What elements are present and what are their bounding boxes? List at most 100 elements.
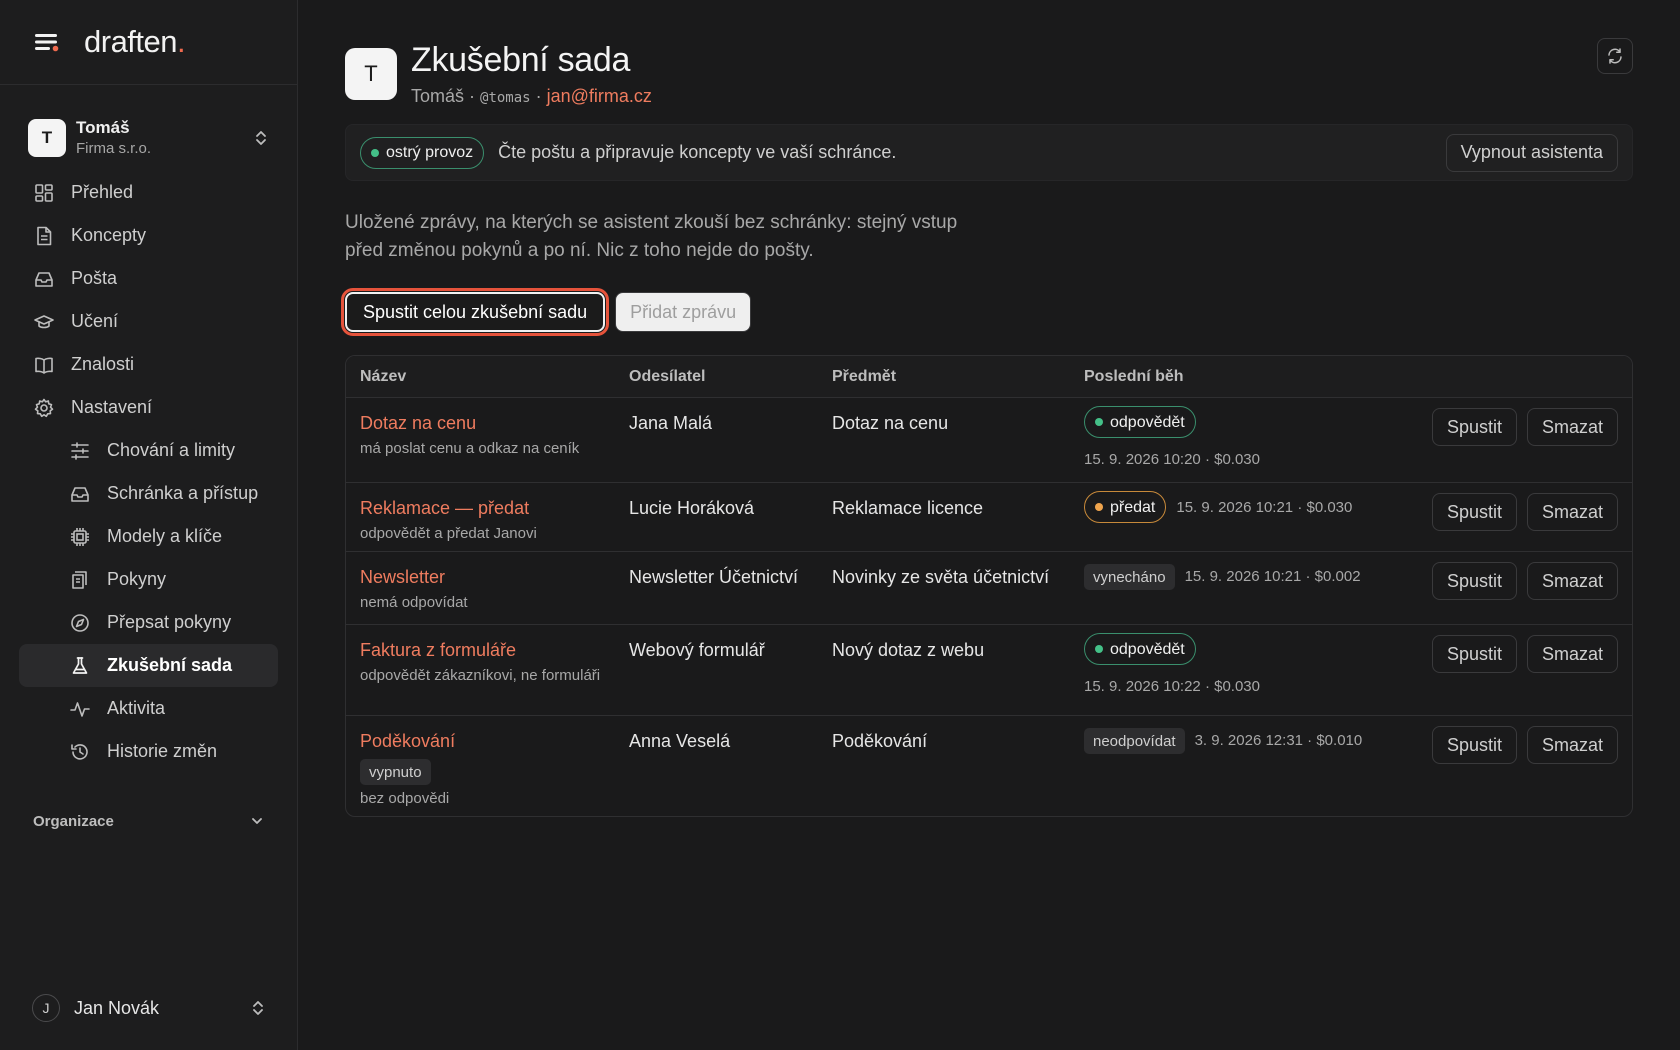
test-description: odpovědět zákazníkovi, ne formuláři (360, 667, 601, 684)
table-row: Reklamace — předat odpovědět a předat Ja… (346, 483, 1632, 552)
sidebar-item-label: Učení (71, 311, 119, 331)
last-run-meta: 15. 9. 2026 10:21 · $0.030 (1176, 498, 1353, 516)
sidebar-subitem-modely-a-klice[interactable]: Modely a klíče (19, 515, 278, 558)
sidebar-subitem-aktivita[interactable]: Aktivita (19, 687, 278, 730)
chevron-updown-icon (253, 128, 269, 148)
sidebar-item-label: Chování a limity (107, 440, 236, 460)
sidebar-item-label: Modely a klíče (107, 526, 223, 546)
result-badge: odpovědět (1084, 633, 1196, 665)
owner-handle: @tomas (480, 90, 531, 106)
test-name-link[interactable]: Dotaz na cenu (360, 410, 629, 437)
delete-button[interactable]: Smazat (1526, 562, 1618, 600)
toolbar: Spustit celou zkušební sadu Přidat zpráv… (340, 288, 752, 336)
test-description: odpovědět a předat Janovi (360, 525, 537, 542)
cell-subject: Poděkování (832, 731, 928, 751)
row-actions: Spustit Smazat (1431, 635, 1618, 673)
org-name: Tomáš (76, 118, 130, 137)
add-message-button[interactable]: Přidat zprávu (615, 292, 752, 332)
organization-section-label: Organizace (33, 812, 114, 830)
menu-icon[interactable] (32, 27, 62, 57)
gear-icon (33, 397, 55, 419)
table-row: Newsletter nemá odpovídat Newsletter Úče… (346, 552, 1632, 625)
sidebar-nav: Přehled Koncepty Pošta Učení Znalosti Na… (0, 171, 297, 773)
run-full-suite-button[interactable]: Spustit celou zkušební sadu (340, 288, 610, 336)
refresh-icon (1606, 47, 1624, 65)
main-content: T Zkušební sada Tomáš · @tomas · jan@fir… (340, 0, 1635, 1050)
sidebar-item-label: Pokyny (107, 569, 167, 589)
run-button[interactable]: Spustit (1431, 562, 1517, 600)
sidebar-item-koncepty[interactable]: Koncepty (19, 214, 278, 257)
owner-email-link[interactable]: jan@firma.cz (547, 86, 652, 106)
sidebar-item-posta[interactable]: Pošta (19, 257, 278, 300)
column-header-sender: Odesílatel (629, 367, 706, 385)
sidebar-item-znalosti[interactable]: Znalosti (19, 343, 278, 386)
page-subtitle: Tomáš · @tomas · jan@firma.cz (411, 86, 652, 107)
book-icon (33, 354, 55, 376)
test-name-link[interactable]: Newsletter (360, 564, 629, 591)
run-button[interactable]: Spustit (1431, 408, 1517, 446)
chevron-updown-icon (250, 998, 266, 1018)
assistant-status-bar: ostrý provoz Čte poštu a připravuje konc… (345, 124, 1633, 181)
graduation-cap-icon (33, 311, 55, 333)
sidebar-item-uceni[interactable]: Učení (19, 300, 278, 343)
inbox-icon (33, 268, 55, 290)
last-run-meta: 3. 9. 2026 12:31 · $0.010 (1194, 731, 1363, 749)
cell-subject: Reklamace licence (832, 498, 984, 518)
table-row: Dotaz na cenu má poslat cenu a odkaz na … (346, 398, 1632, 483)
sidebar-subitem-pokyny[interactable]: Pokyny (19, 558, 278, 601)
sliders-icon (69, 440, 91, 462)
sidebar-subitem-schranka-a-pristup[interactable]: Schránka a přístup (19, 472, 278, 515)
sidebar: draften. T Tomáš Firma s.r.o. Přehled Ko… (0, 0, 298, 1050)
delete-button[interactable]: Smazat (1526, 726, 1618, 764)
user-avatar: J (32, 994, 60, 1022)
sidebar-subitem-chovani-a-limity[interactable]: Chování a limity (19, 429, 278, 472)
sidebar-subitem-prepsat-pokyny[interactable]: Přepsat pokyny (19, 601, 278, 644)
cell-name: Reklamace — předat odpovědět a předat Ja… (346, 483, 629, 551)
sidebar-item-prehled[interactable]: Přehled (19, 171, 278, 214)
cell-sender: Lucie Horáková (629, 498, 755, 518)
run-button[interactable]: Spustit (1431, 726, 1517, 764)
sidebar-item-label: Přehled (71, 182, 134, 202)
org-company: Firma s.r.o. (76, 140, 152, 157)
refresh-button[interactable] (1597, 38, 1633, 74)
test-name-link[interactable]: Reklamace — předat (360, 495, 629, 522)
sidebar-item-label: Přepsat pokyny (107, 612, 232, 632)
column-header-last-run: Poslední běh (1084, 367, 1184, 385)
chip-icon (69, 526, 91, 548)
delete-button[interactable]: Smazat (1526, 635, 1618, 673)
sidebar-item-label: Historie změn (107, 741, 218, 761)
table-row: Poděkování vypnuto bez odpovědi Anna Ves… (346, 716, 1632, 816)
test-name-link[interactable]: Poděkování (360, 728, 629, 755)
last-run-meta: 15. 9. 2026 10:21 · $0.002 (1184, 567, 1361, 585)
row-actions: Spustit Smazat (1431, 562, 1618, 600)
sidebar-item-label: Koncepty (71, 225, 147, 245)
user-menu[interactable]: J Jan Novák (0, 990, 298, 1026)
disable-assistant-button[interactable]: Vypnout asistenta (1445, 133, 1618, 172)
status-badge: ostrý provoz (360, 136, 485, 169)
table-row: Faktura z formuláře odpovědět zákazníkov… (346, 625, 1632, 716)
brand-bar: draften. (0, 0, 297, 85)
organization-section-toggle[interactable]: Organizace (0, 808, 298, 834)
test-name-link[interactable]: Faktura z formuláře (360, 637, 629, 664)
run-button[interactable]: Spustit (1431, 493, 1517, 531)
flask-icon (69, 655, 91, 677)
sidebar-subitem-zkusebni-sada[interactable]: Zkušební sada (19, 644, 278, 687)
result-badge: vynecháno (1084, 564, 1175, 590)
run-button[interactable]: Spustit (1431, 635, 1517, 673)
sidebar-item-nastaveni[interactable]: Nastavení (19, 386, 278, 429)
sidebar-item-label: Schránka a přístup (107, 483, 259, 503)
document-icon (33, 225, 55, 247)
cell-sender: Jana Malá (629, 413, 713, 433)
org-avatar: T (28, 119, 66, 157)
chevron-down-icon (249, 813, 265, 829)
compass-icon (69, 612, 91, 634)
org-switcher[interactable]: T Tomáš Firma s.r.o. (0, 115, 297, 161)
activity-icon (69, 698, 91, 720)
row-actions: Spustit Smazat (1431, 493, 1618, 531)
sidebar-subitem-historie-zmen[interactable]: Historie změn (19, 730, 278, 773)
brand-logo[interactable]: draften. (84, 24, 186, 60)
separator: · (530, 86, 547, 106)
page-description: Uložené zprávy, na kterých se asistent z… (345, 212, 958, 261)
delete-button[interactable]: Smazat (1526, 493, 1618, 531)
delete-button[interactable]: Smazat (1526, 408, 1618, 446)
